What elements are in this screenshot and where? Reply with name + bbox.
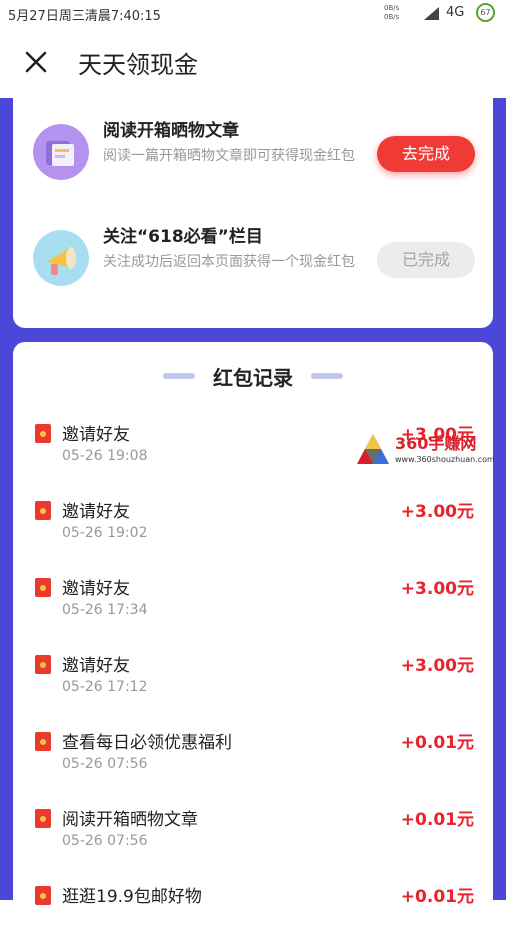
network-speed: 0B/s 0B/s	[384, 4, 399, 22]
record-item: 查看每日必领优惠福利 05-26 07:56 +0.01元	[13, 728, 493, 788]
record-amount: +3.00元	[400, 656, 474, 676]
watermark-text: 360手赚网	[395, 434, 477, 453]
signal-icon	[424, 7, 439, 20]
record-name: 邀请好友	[62, 425, 130, 445]
task-desc: 阅读一篇开箱晒物文章即可获得现金红包	[103, 148, 355, 164]
title-decoration-right	[311, 373, 343, 379]
record-date: 05-26 17:34	[62, 602, 148, 618]
red-envelope-icon	[35, 578, 51, 597]
task-title: 阅读开箱晒物文章	[103, 121, 239, 141]
records-title: 红包记录	[213, 366, 293, 390]
record-name: 逛逛19.9包邮好物	[62, 887, 202, 907]
task-item-follow-618: 关注“618必看”栏目 关注成功后返回本页面获得一个现金红包 已完成	[13, 222, 493, 322]
watermark-url: www.360shouzhuan.com	[395, 455, 495, 464]
close-icon[interactable]	[22, 48, 50, 76]
record-amount: +0.01元	[400, 887, 474, 907]
title-bar: 天天领现金	[0, 28, 506, 98]
watermark-logo-icon	[357, 434, 389, 464]
record-item: 邀请好友 05-26 17:34 +3.00元	[13, 574, 493, 634]
red-envelope-icon	[35, 886, 51, 905]
record-amount: +3.00元	[400, 579, 474, 599]
red-envelope-icon	[35, 732, 51, 751]
watermark: 360手赚网 www.360shouzhuan.com	[355, 430, 503, 470]
record-date: 05-26 19:08	[62, 448, 148, 464]
task-item-read-article: 阅读开箱晒物文章 阅读一篇开箱晒物文章即可获得现金红包 去完成	[13, 116, 493, 216]
red-envelope-icon	[35, 809, 51, 828]
red-envelope-icon	[35, 424, 51, 443]
record-name: 邀请好友	[62, 502, 130, 522]
record-name: 邀请好友	[62, 579, 130, 599]
record-item: 阅读开箱晒物文章 05-26 07:56 +0.01元	[13, 805, 493, 865]
task-title: 关注“618必看”栏目	[103, 227, 263, 247]
page-title: 天天领现金	[78, 51, 198, 79]
record-item: 邀请好友 05-26 19:02 +3.00元	[13, 497, 493, 557]
task-desc: 关注成功后返回本页面获得一个现金红包	[103, 254, 355, 270]
record-name: 阅读开箱晒物文章	[62, 810, 198, 830]
record-date: 05-26 07:56	[62, 833, 148, 849]
megaphone-icon	[33, 230, 89, 286]
record-item: 逛逛19.9包邮好物 +0.01元	[13, 882, 493, 942]
record-amount: +0.01元	[400, 733, 474, 753]
red-envelope-icon	[35, 655, 51, 674]
record-amount: +3.00元	[400, 502, 474, 522]
article-icon	[33, 124, 89, 180]
record-amount: +0.01元	[400, 810, 474, 830]
record-name: 查看每日必领优惠福利	[62, 733, 232, 753]
task-card: 阅读开箱晒物文章 阅读一篇开箱晒物文章即可获得现金红包 去完成 关注“618必看…	[13, 98, 493, 328]
record-date: 05-26 07:56	[62, 756, 148, 772]
record-item: 邀请好友 05-26 17:12 +3.00元	[13, 651, 493, 711]
red-envelope-icon	[35, 501, 51, 520]
record-date: 05-26 19:02	[62, 525, 148, 541]
record-name: 邀请好友	[62, 656, 130, 676]
status-time: 5月27日周三清晨7:40:15	[8, 9, 161, 24]
network-speed-down: 0B/s	[384, 13, 400, 21]
status-bar: 5月27日周三清晨7:40:15 0B/s 0B/s 4G 67	[0, 0, 506, 28]
battery-icon: 67	[476, 3, 495, 22]
network-speed-up: 0B/s	[384, 4, 400, 12]
go-complete-button[interactable]: 去完成	[377, 136, 475, 172]
record-date: 05-26 17:12	[62, 679, 148, 695]
network-type: 4G	[446, 5, 465, 20]
completed-button: 已完成	[377, 242, 475, 278]
